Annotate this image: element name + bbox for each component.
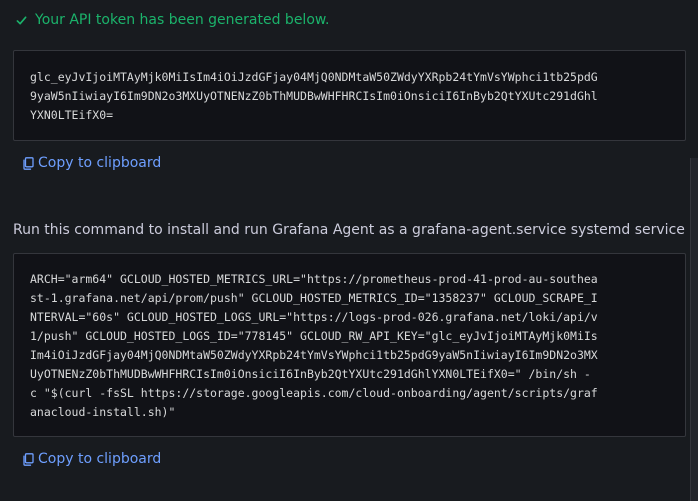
install-instruction: Run this command to install and run Graf… (13, 222, 685, 238)
api-token-box: glc_eyJvIjoiMTAyMjk0MiIsIm4iOiJzdGFjay04… (13, 50, 686, 141)
install-command-text: ARCH="arm64" GCLOUD_HOSTED_METRICS_URL="… (30, 270, 669, 422)
copy-command-label: Copy to clipboard (38, 451, 162, 467)
install-command-line: c "$(curl -fsSL https://storage.googleap… (30, 386, 598, 400)
api-token-line: YXN0LTEifX0= (30, 108, 114, 122)
success-message: Your API token has been generated below. (16, 12, 330, 28)
api-token-line: glc_eyJvIjoiMTAyMjk0MiIsIm4iOiJzdGFjay04… (30, 70, 598, 84)
api-token-text: glc_eyJvIjoiMTAyMjk0MiIsIm4iOiJzdGFjay04… (30, 68, 669, 125)
install-command-line: st-1.grafana.net/api/prom/push" GCLOUD_H… (30, 291, 598, 305)
copy-icon (22, 452, 34, 466)
install-command-line: anacloud-install.sh)" (30, 405, 176, 419)
copy-token-button[interactable]: Copy to clipboard (22, 155, 161, 171)
install-command-line: Im4iOiJzdGFjay04MjQ0NDMtaW50ZWdyYXRpb24t… (30, 348, 598, 362)
install-command-line: NTERVAL="60s" GCLOUD_HOSTED_LOGS_URL="ht… (30, 310, 598, 324)
check-icon (16, 15, 27, 26)
install-command-line: UyOTNENzZ0bThMUDBwWHFHRCIsIm0iOnsiciI6In… (30, 367, 591, 381)
scrollbar[interactable] (690, 158, 698, 501)
success-message-text: Your API token has been generated below. (35, 12, 330, 28)
api-token-line: 9yaW5nIiwiayI6Im9DN2o3MXUyOTNENzZ0bThMUD… (30, 89, 598, 103)
install-command-line: 1/push" GCLOUD_HOSTED_LOGS_ID="778145" G… (30, 329, 598, 343)
copy-command-button[interactable]: Copy to clipboard (22, 451, 161, 467)
copy-token-label: Copy to clipboard (38, 155, 162, 171)
install-command-line: ARCH="arm64" GCLOUD_HOSTED_METRICS_URL="… (30, 272, 598, 286)
install-command-box: ARCH="arm64" GCLOUD_HOSTED_METRICS_URL="… (13, 253, 686, 437)
copy-icon (22, 156, 34, 170)
